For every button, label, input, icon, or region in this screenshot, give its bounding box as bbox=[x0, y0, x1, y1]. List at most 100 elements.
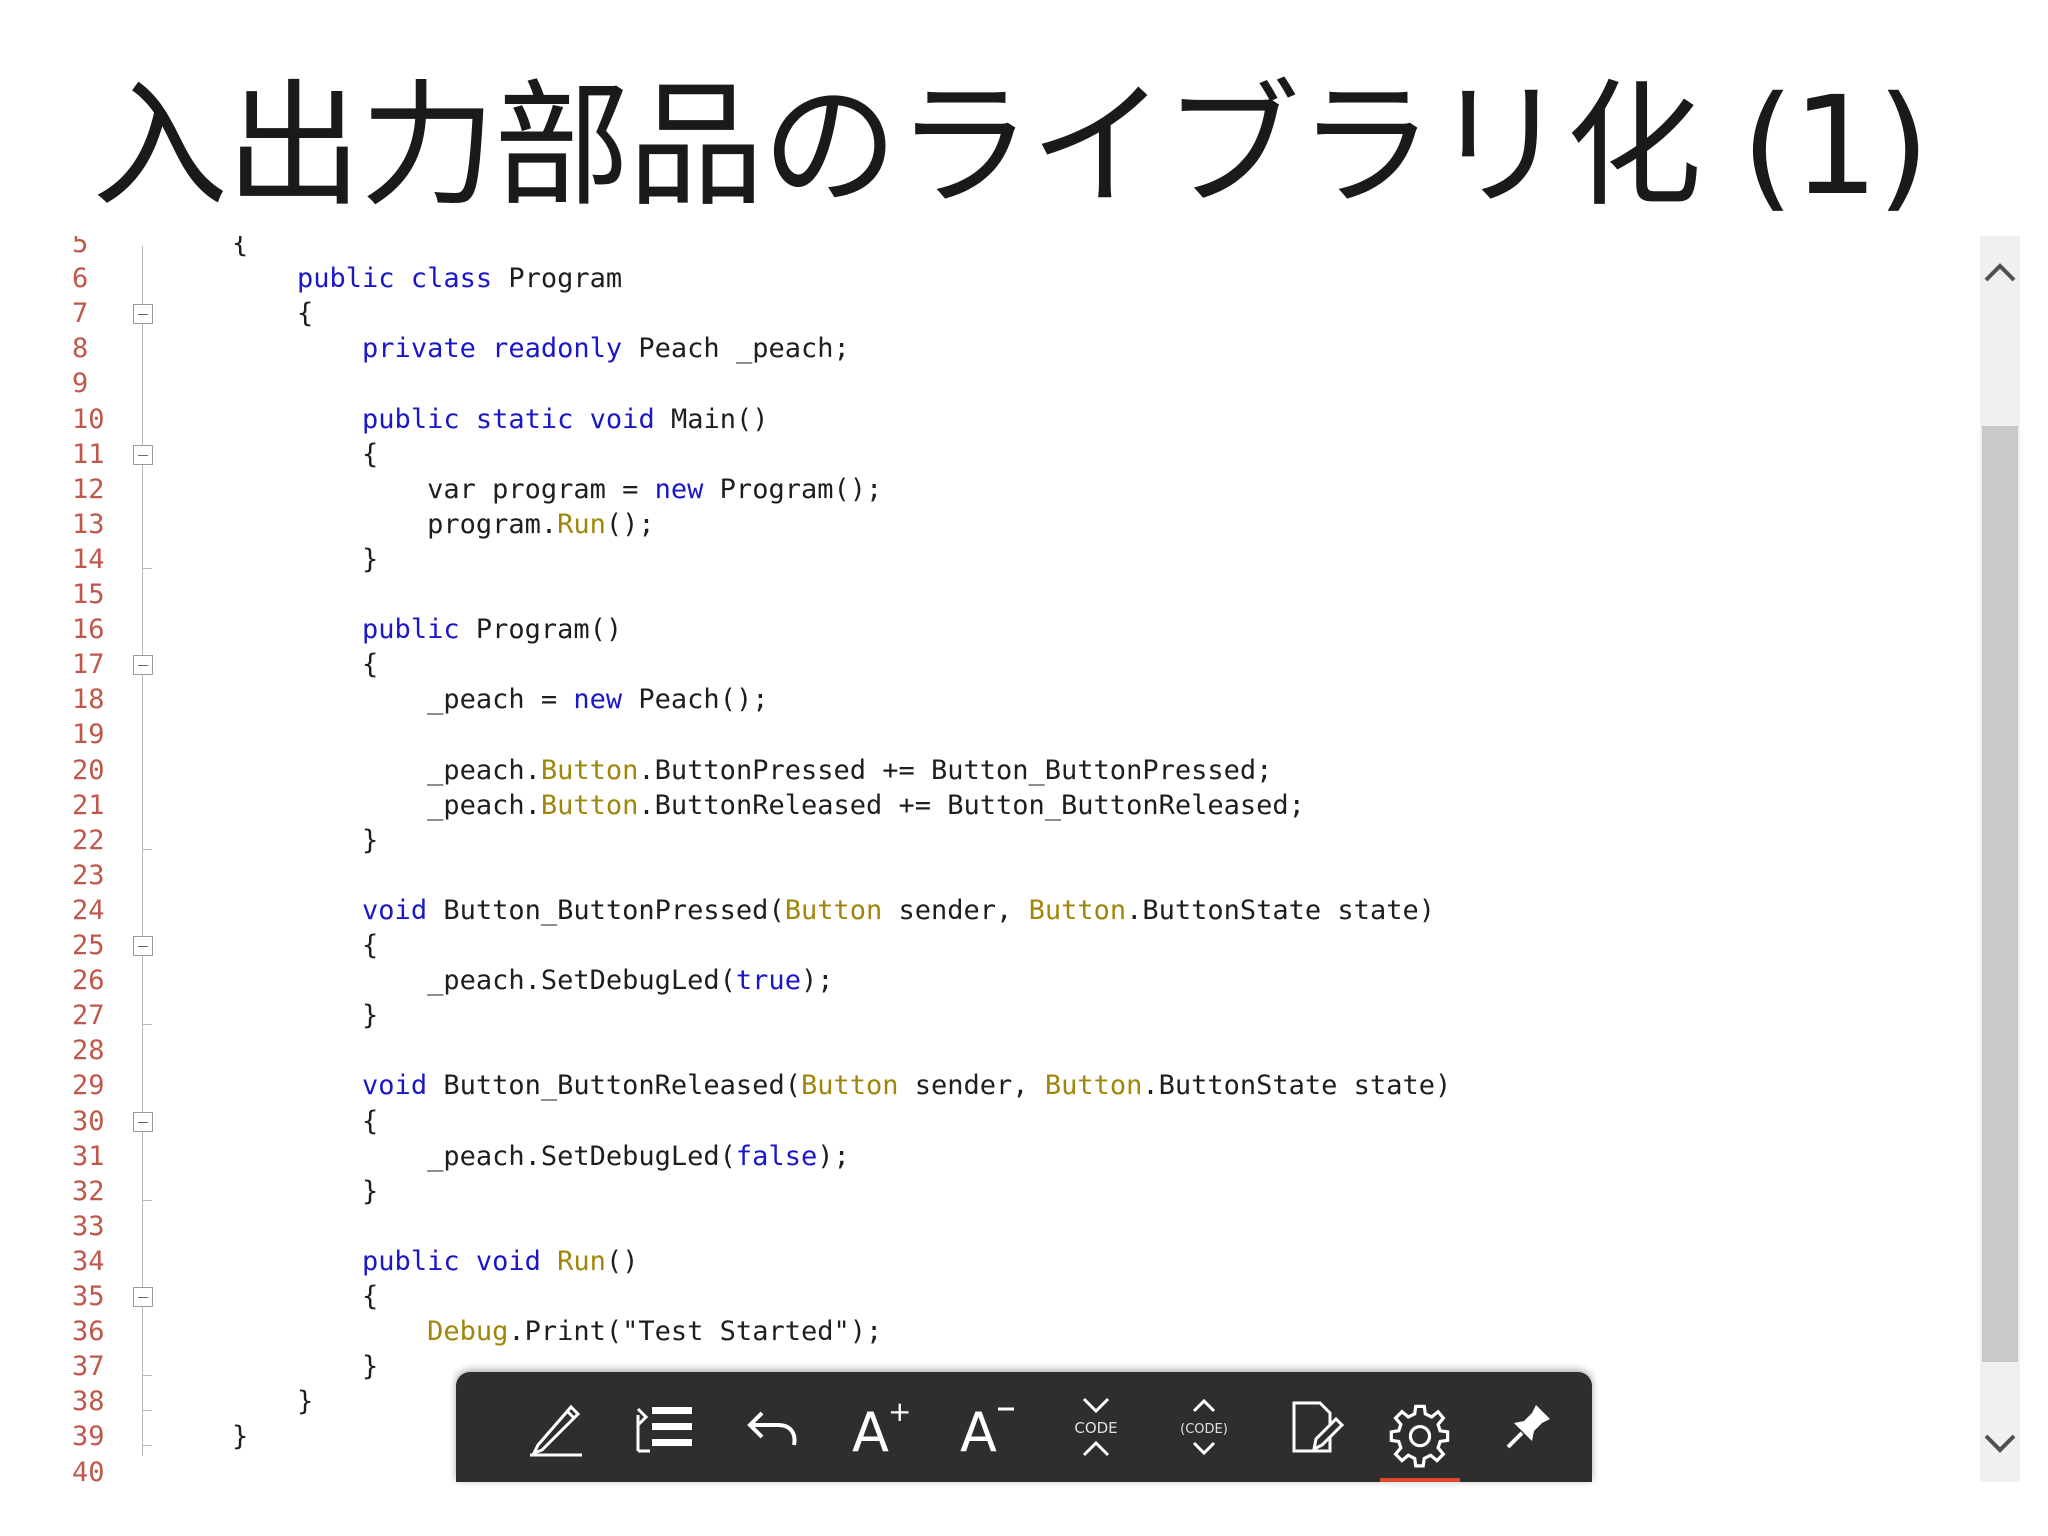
code-expand-icon: (CODE) bbox=[1180, 1398, 1228, 1456]
line-number: 20 bbox=[72, 754, 105, 786]
code-line[interactable]: public Program() bbox=[232, 612, 622, 647]
code-text: } bbox=[232, 1175, 379, 1207]
pen-button[interactable] bbox=[516, 1390, 596, 1464]
code-keyword: false bbox=[735, 1140, 818, 1172]
line-number: 10 bbox=[72, 403, 105, 435]
code-line[interactable]: public class Program bbox=[232, 261, 622, 296]
code-line[interactable]: } bbox=[232, 542, 378, 577]
line-number: 23 bbox=[72, 859, 105, 891]
fold-guide-line bbox=[142, 246, 143, 1456]
line-number: 24 bbox=[72, 894, 105, 926]
svg-text:A: A bbox=[852, 1401, 889, 1459]
fold-toggle[interactable] bbox=[133, 655, 153, 676]
font-decrease-button[interactable]: A bbox=[948, 1390, 1028, 1464]
code-line[interactable]: _peach = new Peach(); bbox=[232, 682, 768, 717]
line-number: 8 bbox=[72, 333, 89, 365]
floating-toolbar: A + A CODE (CODE) bbox=[456, 1372, 1592, 1482]
code-line[interactable]: { bbox=[232, 1279, 378, 1314]
outline-button[interactable] bbox=[624, 1390, 704, 1464]
code-text: } bbox=[232, 824, 379, 856]
code-keyword: public bbox=[362, 403, 460, 435]
line-number: 6 bbox=[72, 263, 89, 295]
code-line[interactable]: { bbox=[232, 236, 248, 261]
fold-toggle[interactable] bbox=[133, 304, 153, 325]
code-line[interactable]: { bbox=[232, 647, 378, 682]
code-line[interactable]: { bbox=[232, 296, 313, 331]
settings-button[interactable] bbox=[1380, 1390, 1460, 1482]
fold-toggle[interactable] bbox=[133, 444, 153, 465]
code-text: sender, bbox=[898, 1070, 1045, 1102]
pin-button[interactable] bbox=[1488, 1390, 1568, 1464]
code-type: Button bbox=[800, 1070, 899, 1102]
code-text: { bbox=[232, 236, 249, 259]
code-line[interactable]: } bbox=[232, 1384, 313, 1419]
code-text: { bbox=[232, 1105, 379, 1137]
fold-toggle[interactable] bbox=[133, 1111, 153, 1132]
code-text: Main() bbox=[654, 403, 769, 435]
undo-button[interactable] bbox=[732, 1390, 812, 1464]
line-number: 7 bbox=[72, 298, 89, 330]
code-line[interactable]: _peach.Button.ButtonPressed += Button_Bu… bbox=[232, 753, 1272, 788]
svg-text:A: A bbox=[960, 1401, 997, 1459]
line-number: 32 bbox=[72, 1175, 105, 1207]
code-line[interactable]: { bbox=[232, 1104, 378, 1139]
scroll-down-button[interactable] bbox=[1980, 1424, 2020, 1464]
code-text: var program = bbox=[232, 473, 655, 505]
code-line[interactable]: } bbox=[232, 998, 378, 1033]
vertical-scrollbar[interactable] bbox=[1980, 236, 2020, 1482]
code-line[interactable]: void Button_ButtonPressed(Button sender,… bbox=[232, 893, 1435, 928]
code-text: .Print("Test Started"); bbox=[508, 1316, 883, 1348]
code-line[interactable]: _peach.SetDebugLed(true); bbox=[232, 963, 833, 998]
code-line[interactable]: } bbox=[232, 823, 378, 858]
line-number: 35 bbox=[72, 1281, 105, 1312]
undo-icon bbox=[747, 1411, 797, 1446]
code-text: _peach. bbox=[232, 789, 541, 821]
code-text: _peach = bbox=[232, 684, 574, 716]
code-text: ); bbox=[817, 1140, 850, 1172]
fold-toggle[interactable] bbox=[133, 936, 153, 956]
fold-toggle[interactable] bbox=[133, 1287, 153, 1307]
gear-icon bbox=[1389, 1404, 1450, 1468]
code-keyword: void bbox=[475, 1245, 541, 1277]
page-edit-button[interactable] bbox=[1272, 1390, 1352, 1464]
code-line[interactable]: public static void Main() bbox=[232, 402, 769, 437]
line-number: 29 bbox=[72, 1070, 105, 1102]
code-line[interactable]: { bbox=[232, 437, 378, 472]
code-line[interactable]: void Button_ButtonReleased(Button sender… bbox=[232, 1068, 1451, 1103]
code-line[interactable]: _peach.Button.ButtonReleased += Button_B… bbox=[232, 788, 1305, 823]
code-line[interactable]: program.Run(); bbox=[232, 507, 655, 542]
code-line[interactable]: var program = new Program(); bbox=[232, 472, 882, 507]
code-line[interactable]: } bbox=[232, 1174, 378, 1209]
code-line[interactable]: { bbox=[232, 928, 378, 963]
code-type: Button bbox=[540, 789, 639, 821]
code-viewer[interactable]: 5 6 7 8 9 10 11 12 13 14 15 16 17 18 19 20 21 22 23 24 25 26 2… bbox=[0, 236, 2020, 1482]
code-line[interactable]: public void Run() bbox=[232, 1244, 638, 1279]
line-number: 25 bbox=[72, 930, 105, 961]
code-expand-button[interactable]: (CODE) bbox=[1164, 1390, 1244, 1464]
line-number: 22 bbox=[72, 824, 105, 856]
scroll-thumb[interactable] bbox=[1982, 426, 2018, 1362]
code-text: } bbox=[232, 1421, 249, 1453]
fold-end-marker bbox=[142, 1410, 152, 1412]
code-line[interactable]: Debug.Print("Test Started"); bbox=[232, 1314, 882, 1349]
font-increase-icon: A + bbox=[852, 1395, 911, 1459]
code-line[interactable]: } bbox=[232, 1349, 378, 1384]
font-increase-button[interactable]: A + bbox=[840, 1390, 920, 1464]
fold-end-marker bbox=[142, 1445, 152, 1447]
code-keyword: private bbox=[362, 333, 476, 365]
line-number: 38 bbox=[72, 1386, 105, 1418]
code-collapse-button[interactable]: CODE bbox=[1056, 1390, 1136, 1464]
code-text: .ButtonReleased += Button_ButtonReleased… bbox=[638, 789, 1305, 821]
code-keyword: static bbox=[475, 403, 574, 435]
scroll-up-button[interactable] bbox=[1980, 252, 2020, 292]
code-line[interactable]: private readonly Peach _peach; bbox=[232, 331, 850, 366]
code-line[interactable]: _peach.SetDebugLed(false); bbox=[232, 1139, 850, 1174]
code-line[interactable]: } bbox=[232, 1419, 248, 1454]
code-text: { bbox=[232, 298, 314, 330]
code-text: Button_ButtonReleased( bbox=[427, 1070, 801, 1102]
